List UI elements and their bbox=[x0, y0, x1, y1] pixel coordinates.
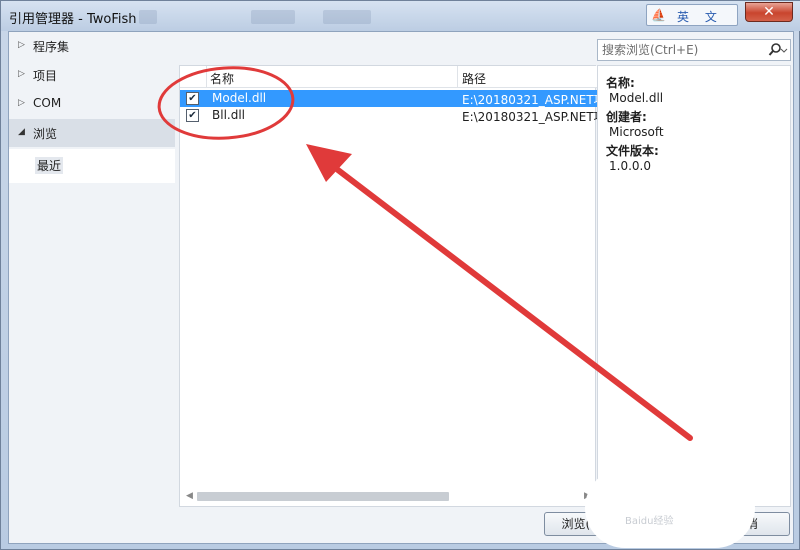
detail-creator-label: 创建者: bbox=[606, 110, 647, 124]
watermark-blob bbox=[585, 468, 755, 548]
search-box[interactable] bbox=[597, 39, 791, 61]
table-row[interactable]: ✔ Model.dll E:\20180321_ASP.NET项 bbox=[180, 90, 597, 107]
nav-item-assemblies[interactable]: ▷ 程序集 bbox=[9, 32, 175, 60]
detail-version-label: 文件版本: bbox=[606, 144, 659, 158]
row-checkbox[interactable]: ✔ bbox=[186, 92, 199, 105]
category-nav: ▷ 程序集 ▷ 项目 ▷ COM ◢ 浏览 最近 bbox=[9, 32, 175, 507]
column-header-name[interactable]: 名称 bbox=[210, 70, 234, 87]
row-path: E:\20180321_ASP.NET项 bbox=[462, 93, 597, 107]
detail-creator-value: Microsoft bbox=[609, 125, 664, 139]
nav-item-label: COM bbox=[33, 96, 62, 110]
reference-list[interactable]: 名称 路径 ✔ Model.dll E:\20180321_ASP.NET项 ✔… bbox=[179, 65, 597, 507]
title-bar[interactable]: 引用管理器 - TwoFish ⛵ 英 文 ✕ bbox=[1, 1, 800, 31]
column-header-path[interactable]: 路径 bbox=[462, 70, 486, 87]
row-path: E:\20180321_ASP.NET项 bbox=[462, 110, 597, 124]
collapse-arrow-icon: ◢ bbox=[18, 127, 25, 137]
list-header: 名称 路径 bbox=[180, 66, 597, 88]
row-checkbox[interactable]: ✔ bbox=[186, 109, 199, 122]
ghost-toolbar-icon bbox=[139, 10, 157, 24]
column-divider[interactable] bbox=[457, 66, 458, 88]
ime-mode-label: 英 文 bbox=[677, 10, 723, 24]
watermark-text: Baidu经验 bbox=[625, 516, 674, 527]
nav-subitem-label: 最近 bbox=[35, 157, 64, 174]
ime-logo-icon: ⛵ bbox=[651, 8, 666, 22]
nav-item-com[interactable]: ▷ COM bbox=[9, 90, 175, 118]
window-title: 引用管理器 - TwoFish bbox=[9, 12, 137, 27]
nav-item-label: 项目 bbox=[33, 69, 58, 83]
nav-item-label: 浏览 bbox=[33, 127, 58, 141]
column-divider[interactable] bbox=[206, 66, 207, 88]
expand-arrow-icon: ▷ bbox=[18, 98, 25, 108]
ime-indicator[interactable]: ⛵ 英 文 bbox=[646, 4, 738, 26]
search-icon[interactable] bbox=[768, 42, 788, 58]
detail-name-value: Model.dll bbox=[609, 91, 664, 105]
expand-arrow-icon: ▷ bbox=[18, 40, 25, 50]
scroll-left-icon[interactable]: ◀ bbox=[186, 491, 193, 501]
row-name: Bll.dll bbox=[212, 108, 245, 122]
details-pane: 名称: Model.dll 创建者: Microsoft 文件版本: 1.0.0… bbox=[597, 65, 791, 507]
scrollbar-thumb[interactable] bbox=[197, 492, 449, 501]
row-name: Model.dll bbox=[212, 91, 267, 105]
nav-item-browse[interactable]: ◢ 浏览 bbox=[9, 119, 175, 147]
detail-version-value: 1.0.0.0 bbox=[609, 159, 651, 173]
horizontal-scrollbar[interactable]: ◀ ▶ bbox=[180, 486, 597, 506]
detail-name-label: 名称: bbox=[606, 76, 635, 90]
nav-subitem-recent[interactable]: 最近 bbox=[9, 149, 175, 183]
nav-item-projects[interactable]: ▷ 项目 bbox=[9, 61, 175, 89]
table-row[interactable]: ✔ Bll.dll E:\20180321_ASP.NET项 bbox=[180, 107, 597, 124]
close-button[interactable]: ✕ bbox=[745, 2, 793, 22]
ghost-toolbar-item bbox=[251, 10, 295, 24]
expand-arrow-icon: ▷ bbox=[18, 69, 25, 79]
ghost-toolbar-item bbox=[323, 10, 371, 24]
nav-item-label: 程序集 bbox=[33, 40, 70, 54]
search-input[interactable] bbox=[598, 40, 764, 60]
